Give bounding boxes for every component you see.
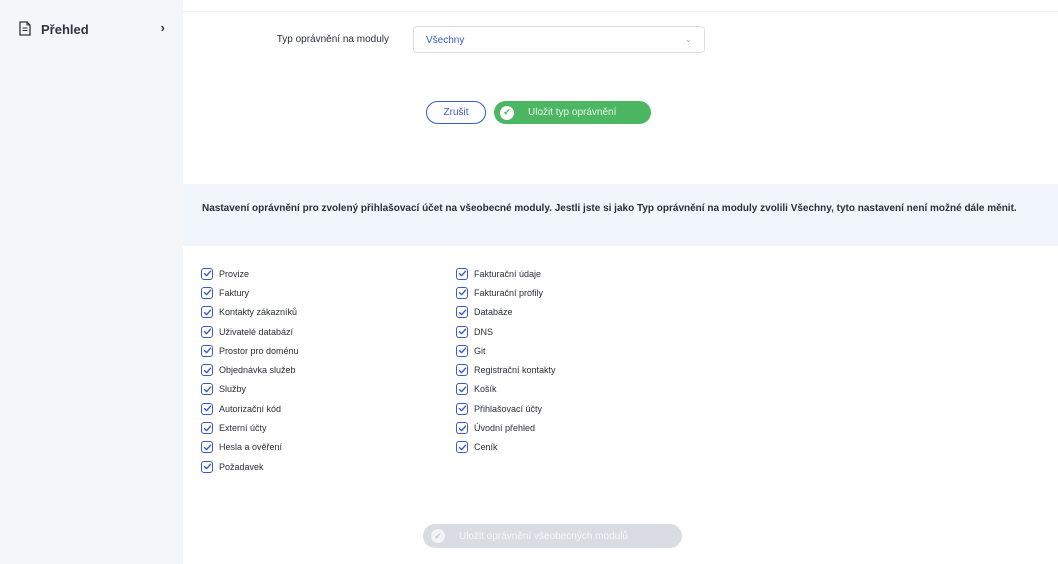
- top-divider: [183, 0, 1058, 12]
- info-text: Nastavení oprávnění pro zvolený přihlašo…: [202, 203, 1017, 214]
- permission-checkbox-item[interactable]: Fakturační údaje: [456, 264, 556, 283]
- checkbox-checked-icon[interactable]: [456, 441, 468, 454]
- permission-label: Prostor pro doménu: [219, 345, 299, 356]
- permission-label: Registrační kontakty: [474, 365, 556, 376]
- checkbox-checked-icon[interactable]: [456, 325, 468, 338]
- save-modules-label: Uložit oprávnění všeobecných modulů: [459, 530, 628, 542]
- checkbox-checked-icon[interactable]: [201, 422, 213, 435]
- check-icon: ✔: [431, 529, 445, 543]
- permission-checkbox-item[interactable]: Registrační kontakty: [456, 360, 556, 379]
- permission-label: Provize: [219, 268, 250, 279]
- save-modules-button[interactable]: ✔ Uložit oprávnění všeobecných modulů: [423, 524, 682, 548]
- check-icon: ✔: [500, 105, 514, 120]
- permission-label: Objednávka služeb: [219, 365, 296, 376]
- permission-checkbox-item[interactable]: Požadavek: [201, 457, 299, 476]
- permission-label: Přihlašovací účty: [474, 403, 543, 414]
- checkbox-checked-icon[interactable]: [201, 364, 213, 377]
- module-permission-row: Typ oprávnění na moduly Všechny ⌄: [183, 26, 1058, 56]
- permission-label: DNS: [474, 326, 494, 337]
- permission-checkbox-item[interactable]: Přihlašovací účty: [456, 399, 556, 418]
- save-permission-type-button[interactable]: ✔ Uložit typ oprávnění: [494, 101, 651, 124]
- chevron-down-icon: ⌄: [684, 34, 692, 44]
- permission-label: Autorizační kód: [219, 403, 282, 414]
- permission-checkbox-item[interactable]: Uživatelé databází: [201, 322, 299, 341]
- permission-checkbox-item[interactable]: DNS: [456, 322, 556, 341]
- permission-checkbox-item[interactable]: Fakturační profily: [456, 283, 556, 302]
- checkbox-checked-icon[interactable]: [456, 383, 468, 396]
- module-permission-label: Typ oprávnění na moduly: [276, 34, 389, 45]
- permission-label: Fakturační profily: [474, 287, 544, 298]
- checkbox-checked-icon[interactable]: [456, 306, 468, 319]
- permission-label: Úvodní přehled: [474, 423, 536, 434]
- chevron-right-icon: ›: [160, 20, 165, 35]
- permission-checkbox-item[interactable]: Objednávka služeb: [201, 360, 299, 379]
- permission-label: Uživatelé databází: [219, 326, 294, 337]
- permission-label: Git: [474, 345, 486, 356]
- checkbox-checked-icon[interactable]: [201, 441, 213, 454]
- permission-checkbox-item[interactable]: Ceník: [456, 438, 556, 457]
- permission-label: Služby: [219, 384, 247, 395]
- permission-checkbox-item[interactable]: Provize: [201, 264, 299, 283]
- checkbox-checked-icon[interactable]: [201, 344, 213, 357]
- permission-checkbox-item[interactable]: Databáze: [456, 303, 556, 322]
- permission-checkbox-item[interactable]: Autorizační kód: [201, 399, 299, 418]
- permission-label: Košík: [474, 384, 497, 395]
- cancel-button[interactable]: Zrušit: [426, 101, 486, 124]
- permission-label: Databáze: [474, 307, 513, 318]
- permission-checkbox-item[interactable]: Git: [456, 341, 556, 360]
- checkbox-checked-icon[interactable]: [201, 402, 213, 415]
- checkbox-checked-icon[interactable]: [201, 306, 213, 319]
- permission-checkbox-item[interactable]: Prostor pro doménu: [201, 341, 299, 360]
- checkbox-checked-icon[interactable]: [201, 267, 213, 280]
- module-permission-value: Všechny: [426, 35, 465, 46]
- checkbox-checked-icon[interactable]: [201, 460, 213, 473]
- info-panel: Nastavení oprávnění pro zvolený přihlašo…: [183, 184, 1058, 246]
- save-permission-type-label: Uložit typ oprávnění: [528, 107, 617, 118]
- sidebar-item-label: Přehled: [41, 21, 89, 37]
- permission-checkbox-item[interactable]: Externí účty: [201, 418, 299, 437]
- permission-label: Požadavek: [219, 461, 264, 472]
- permissions-left-column: Provize Faktury Kontakty zákazníků Uživatel…: [201, 264, 299, 476]
- permission-checkbox-item[interactable]: Faktury: [201, 283, 299, 302]
- permission-checkbox-item[interactable]: Služby: [201, 380, 299, 399]
- checkbox-checked-icon[interactable]: [201, 325, 213, 338]
- permissions-right-column: Fakturační údaje Fakturační profily Databá…: [456, 264, 556, 457]
- checkbox-checked-icon[interactable]: [456, 364, 468, 377]
- checkbox-checked-icon[interactable]: [456, 344, 468, 357]
- cancel-button-label: Zrušit: [443, 107, 469, 118]
- permission-checkbox-item[interactable]: Úvodní přehled: [456, 418, 556, 437]
- module-permission-select[interactable]: Všechny ⌄: [413, 26, 705, 53]
- permission-label: Faktury: [219, 287, 250, 298]
- checkbox-checked-icon[interactable]: [456, 422, 468, 435]
- permission-label: Fakturační údaje: [474, 268, 542, 279]
- permission-checkbox-item[interactable]: Hesla a ověření: [201, 438, 299, 457]
- checkbox-checked-icon[interactable]: [456, 267, 468, 280]
- permission-label: Externí účty: [219, 423, 267, 434]
- checkbox-checked-icon[interactable]: [201, 286, 213, 299]
- permission-label: Kontakty zákazníků: [219, 307, 298, 318]
- permission-checkbox-item[interactable]: Kontakty zákazníků: [201, 303, 299, 322]
- permission-label: Hesla a ověření: [219, 442, 283, 453]
- document-icon: [19, 21, 33, 37]
- checkbox-checked-icon[interactable]: [201, 383, 213, 396]
- checkbox-checked-icon[interactable]: [456, 286, 468, 299]
- permission-label: Ceník: [474, 442, 498, 453]
- permission-checkbox-item[interactable]: Košík: [456, 380, 556, 399]
- sidebar-item-prehled[interactable]: Přehled ›: [19, 18, 169, 40]
- sidebar: Přehled ›: [0, 0, 183, 564]
- checkbox-checked-icon[interactable]: [456, 402, 468, 415]
